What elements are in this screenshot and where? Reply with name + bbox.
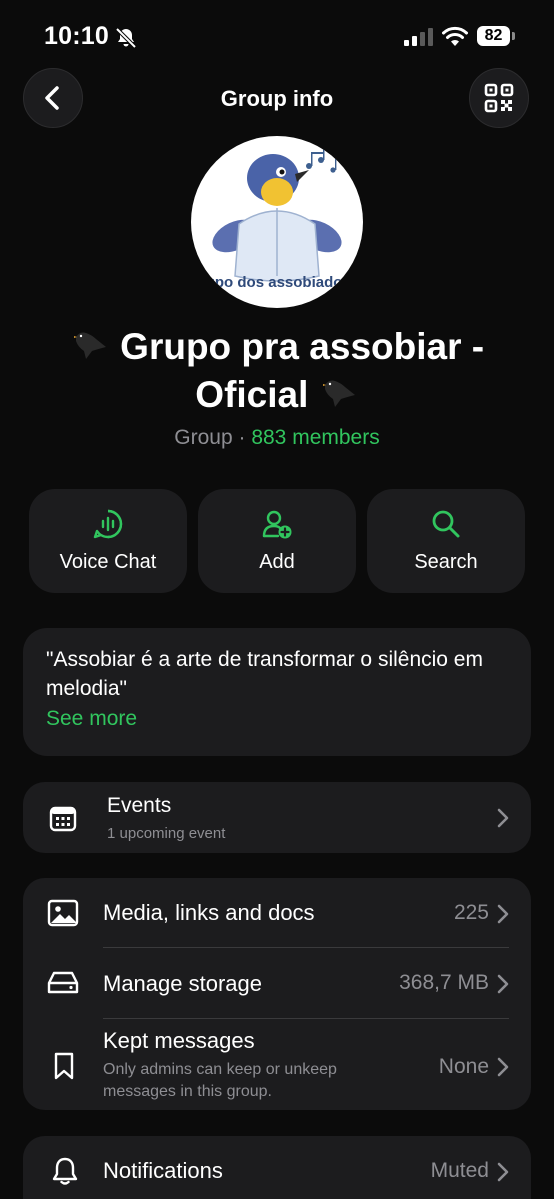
notifications-label: Notifications (103, 1158, 223, 1183)
kept-messages-label: Kept messages (103, 1028, 255, 1053)
description-card: "Assobiar é a arte de transformar o silê… (23, 628, 531, 756)
avatar-caption: upo dos assobiador (205, 274, 349, 291)
notifications-value: Muted (430, 1159, 489, 1182)
wifi-icon (441, 24, 469, 48)
group-avatar[interactable]: upo dos assobiador (191, 136, 363, 308)
blackbird-emoji-icon (319, 374, 359, 420)
events-subtitle: 1 upcoming event (107, 825, 226, 842)
add-label: Add (259, 551, 295, 573)
media-storage-card: Media, links and docs 225 Manage storage… (23, 878, 531, 1110)
chevron-right-icon (497, 904, 509, 924)
media-links-docs-row[interactable]: Media, links and docs 225 (23, 878, 531, 948)
member-count[interactable]: 883 members (251, 426, 379, 449)
see-more-link[interactable]: See more (46, 707, 137, 731)
search-button[interactable]: Search (367, 489, 525, 593)
storage-size: 368,7 MB (399, 971, 489, 994)
add-member-button[interactable]: Add (198, 489, 356, 593)
group-type: Group (174, 426, 233, 449)
status-time: 10:10 (44, 22, 109, 50)
media-count: 225 (453, 901, 489, 924)
group-name: Grupo pra assobiar - Oficial (30, 324, 524, 420)
qr-code-button[interactable] (469, 68, 529, 128)
manage-storage-label: Manage storage (103, 971, 262, 996)
search-icon (432, 510, 460, 538)
chevron-right-icon (497, 1057, 509, 1077)
bell-icon (52, 1157, 78, 1185)
notifications-card: Notifications Muted (23, 1136, 531, 1199)
group-name-line2: Oficial (195, 374, 309, 416)
separator: · (232, 426, 252, 449)
manage-storage-row[interactable]: Manage storage 368,7 MB (23, 948, 531, 1019)
add-user-icon (262, 510, 292, 539)
search-label: Search (414, 551, 478, 573)
bookmark-icon (54, 1052, 74, 1080)
storage-drive-icon (47, 971, 79, 994)
chevron-right-icon (497, 974, 509, 994)
kept-messages-row[interactable]: Kept messages Only admins can keep or un… (23, 1019, 531, 1110)
image-icon (47, 899, 79, 927)
battery-level: 82 (484, 27, 503, 44)
events-title: Events (107, 794, 172, 817)
chevron-right-icon (497, 808, 509, 828)
blackbird-emoji-icon (70, 326, 110, 372)
kept-messages-subtitle: Only admins can keep or unkeep messages … (103, 1061, 337, 1100)
group-description: "Assobiar é a arte de transformar o silê… (46, 648, 483, 700)
voice-chat-icon (93, 509, 123, 539)
cell-signal-icon (404, 28, 433, 46)
voice-chat-button[interactable]: Voice Chat (29, 489, 187, 593)
battery-icon: 82 (477, 26, 515, 46)
notifications-row[interactable]: Notifications Muted (23, 1136, 531, 1199)
calendar-icon (49, 806, 77, 832)
bell-off-icon (114, 26, 138, 50)
chevron-right-icon (497, 1162, 509, 1182)
qr-code-icon (484, 83, 514, 113)
group-subtitle: Group · 883 members (0, 426, 554, 450)
media-label: Media, links and docs (103, 900, 315, 925)
events-row[interactable]: Events 1 upcoming event (23, 782, 531, 853)
voice-chat-label: Voice Chat (59, 551, 157, 573)
group-name-line1: Grupo pra assobiar - (120, 326, 485, 367)
kept-messages-value: None (438, 1055, 489, 1078)
